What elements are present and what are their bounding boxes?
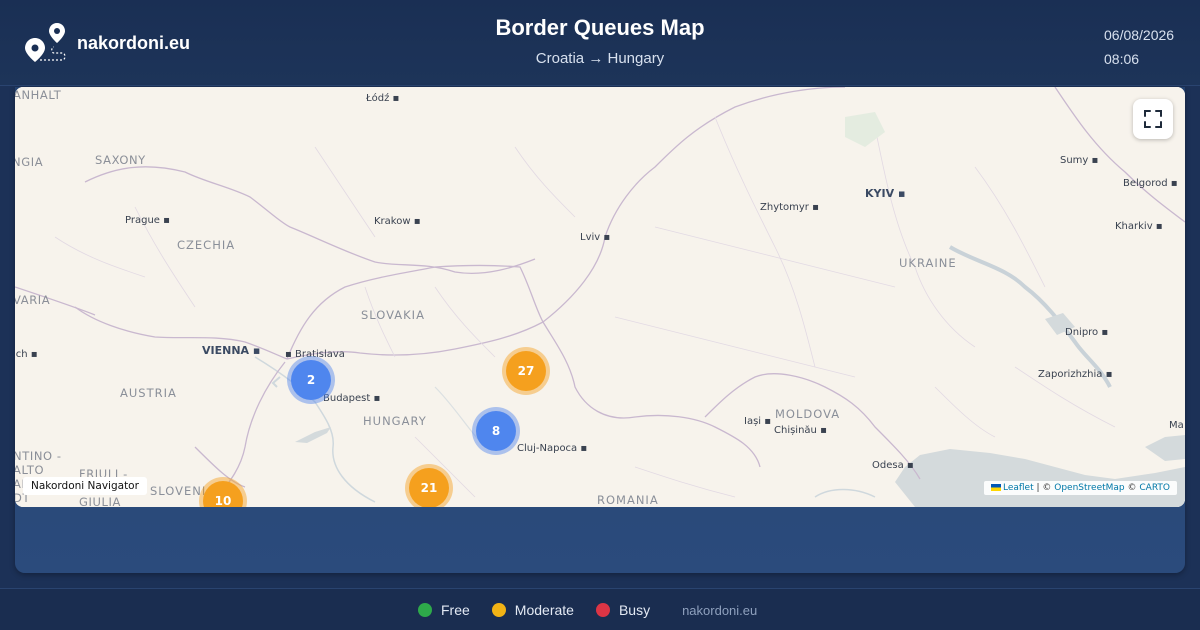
city-label-munich: ich ▪ bbox=[15, 349, 38, 360]
page-title: Border Queues Map bbox=[495, 15, 705, 40]
map-attribution: Leaflet | © OpenStreetMap © CARTO bbox=[983, 481, 1177, 495]
city-label-iasi: Iași ▪ bbox=[744, 416, 772, 427]
moderate-dot-icon bbox=[491, 603, 506, 617]
country-label-ukraine: UKRAINE bbox=[899, 256, 957, 270]
city-label-kyiv: KYIV ▪ bbox=[865, 187, 906, 200]
queue-cluster-marker[interactable]: 2 bbox=[291, 360, 331, 400]
city-label-vienna: VIENNA ▪ bbox=[202, 344, 261, 357]
city-label-krakow: Krakow ▪ bbox=[374, 216, 421, 227]
navigator-badge: Nakordoni Navigator bbox=[23, 477, 147, 495]
carto-link[interactable]: CARTO bbox=[1139, 483, 1170, 493]
country-label-hungary: HUNGARY bbox=[363, 414, 427, 428]
country-label-moldova: MOLDOVA bbox=[775, 407, 841, 421]
city-label-cluj-napoca: Cluj-Napoca ▪ bbox=[517, 443, 588, 454]
city-label-lodz: Łódź ▪ bbox=[366, 93, 400, 104]
country-label-austria: AUSTRIA bbox=[120, 386, 177, 400]
legend-item-moderate: Moderate bbox=[491, 602, 574, 618]
map-basemap bbox=[15, 87, 1185, 507]
city-label-prague: Prague ▪ bbox=[125, 215, 170, 226]
map-view[interactable]: ANHALT SAXONY NGIA VARIA NTINO - ALTO AD… bbox=[15, 87, 1185, 507]
queue-cluster-marker[interactable]: 27 bbox=[506, 351, 546, 391]
time-text: 08:06 bbox=[1104, 51, 1140, 67]
footer: Free Moderate Busy nakordoni.eu bbox=[0, 588, 1200, 630]
region-label-saxony: SAXONY bbox=[95, 153, 146, 167]
legend-label: Free bbox=[441, 602, 470, 618]
free-dot-icon bbox=[418, 603, 432, 617]
attribution-separator: | © bbox=[1033, 483, 1055, 493]
ukraine-flag-icon bbox=[990, 484, 1001, 491]
legend-label: Busy bbox=[618, 602, 651, 618]
region-label-anhalt: ANHALT bbox=[15, 88, 62, 102]
city-label-dnipro: Dnipro ▪ bbox=[1065, 327, 1109, 338]
header: nakordoni.eu Border Queues Map Croatia →… bbox=[0, 0, 1200, 86]
city-label-budapest: Budapest ▪ bbox=[323, 393, 381, 404]
legend-item-free: Free bbox=[418, 602, 470, 618]
legend-label: Moderate bbox=[514, 602, 574, 618]
title-block: Border Queues Map Croatia → Hungary bbox=[0, 15, 1200, 67]
city-label-sumy: Sumy ▪ bbox=[1060, 155, 1099, 166]
city-label-odesa: Odesa ▪ bbox=[872, 460, 914, 471]
busy-dot-icon bbox=[595, 603, 610, 617]
country-label-romania: ROMANIA bbox=[597, 493, 659, 507]
attribution-separator: © bbox=[1124, 483, 1140, 493]
osm-link[interactable]: OpenStreetMap bbox=[1054, 483, 1124, 493]
city-label-ma: Ma bbox=[1169, 420, 1184, 431]
city-label-kharkiv: Kharkiv ▪ bbox=[1115, 221, 1163, 232]
region-label-varia: VARIA bbox=[15, 293, 51, 307]
city-label-lviv: Lviv ▪ bbox=[580, 232, 611, 243]
leaflet-link[interactable]: Leaflet bbox=[1003, 483, 1034, 493]
city-label-chisinau: Chișinău ▪ bbox=[774, 425, 827, 436]
fullscreen-button[interactable] bbox=[1133, 99, 1173, 139]
route-subtitle: Croatia → Hungary bbox=[535, 50, 665, 67]
city-label-zhytomyr: Zhytomyr ▪ bbox=[760, 202, 819, 213]
fullscreen-icon bbox=[1144, 110, 1162, 128]
legend-item-busy: Busy bbox=[595, 602, 651, 618]
region-label-ngia: NGIA bbox=[15, 155, 44, 169]
city-label-belgorod: Belgorod ▪ bbox=[1123, 178, 1178, 189]
queue-cluster-marker[interactable]: 21 bbox=[409, 468, 449, 507]
legend: Free Moderate Busy nakordoni.eu bbox=[418, 602, 757, 618]
queue-cluster-marker[interactable]: 8 bbox=[476, 411, 516, 451]
country-label-czechia: CZECHIA bbox=[177, 238, 236, 252]
datetime: 06/08/2026 08:06 bbox=[1104, 23, 1176, 71]
city-label-zaporizhzhia: Zaporizhzhia ▪ bbox=[1038, 369, 1113, 380]
footer-site-link[interactable]: nakordoni.eu bbox=[682, 603, 757, 618]
city-label-bratislava: ▪ Bratislava bbox=[285, 349, 345, 360]
country-label-slovakia: SLOVAKIA bbox=[361, 308, 425, 322]
date-text: 06/08/2026 bbox=[1104, 27, 1175, 43]
